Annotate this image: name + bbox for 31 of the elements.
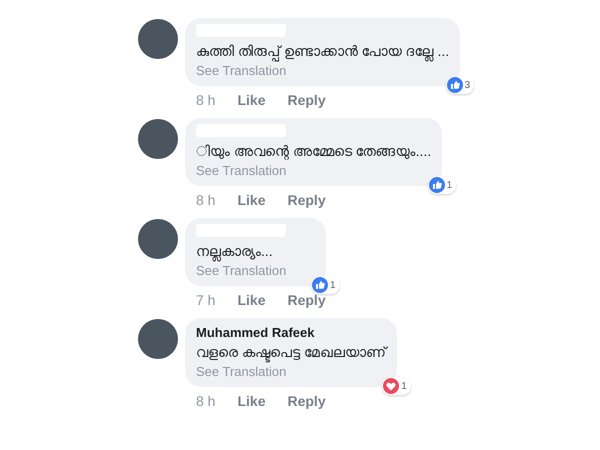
thumbs-up-icon (446, 77, 463, 93)
reaction-badge[interactable]: 1 (428, 176, 456, 194)
comment-text: വളരെ കഷ്ടപെട്ട മേഖലയാണ് (196, 341, 386, 363)
reaction-count: 1 (446, 178, 452, 192)
thumbs-up-icon (312, 277, 328, 293)
comment-time: 8 h (196, 392, 216, 411)
reply-link[interactable]: Reply (287, 90, 326, 110)
comment-text: കുത്തി തിരുപ്പ് ഉണ്ടാക്കാൻ പോയ ദല്ലേ ... (196, 40, 450, 62)
avatar[interactable] (138, 19, 178, 59)
comment-text: നല്ലകാര്യം... (196, 240, 315, 262)
reaction-badge[interactable]: 3 (446, 76, 474, 94)
avatar[interactable] (138, 319, 178, 359)
like-link[interactable]: Like (237, 90, 266, 110)
like-link[interactable]: Like (237, 391, 266, 411)
thumbs-up-icon (428, 177, 445, 193)
reaction-count: 3 (464, 78, 470, 92)
avatar[interactable] (138, 119, 178, 159)
reaction-badge[interactable]: 1 (382, 377, 411, 395)
reaction-count: 1 (330, 278, 336, 292)
comment-time: 7 h (196, 291, 216, 310)
comment-text: ിയും അവന്റെ അമ്മേടെ തേങ്ങയും.... (196, 142, 432, 162)
comment-time: 8 h (196, 91, 216, 110)
comment-time: 8 h (196, 191, 216, 210)
reply-link[interactable]: Reply (287, 391, 326, 411)
reaction-count: 1 (401, 380, 407, 394)
like-link[interactable]: Like (237, 290, 266, 310)
reaction-badge[interactable]: 1 (311, 276, 340, 294)
avatar[interactable] (138, 219, 178, 259)
reply-link[interactable]: Reply (287, 190, 326, 210)
like-link[interactable]: Like (237, 190, 266, 210)
commenter-name[interactable]: Muhammed Rafeek (196, 324, 386, 341)
